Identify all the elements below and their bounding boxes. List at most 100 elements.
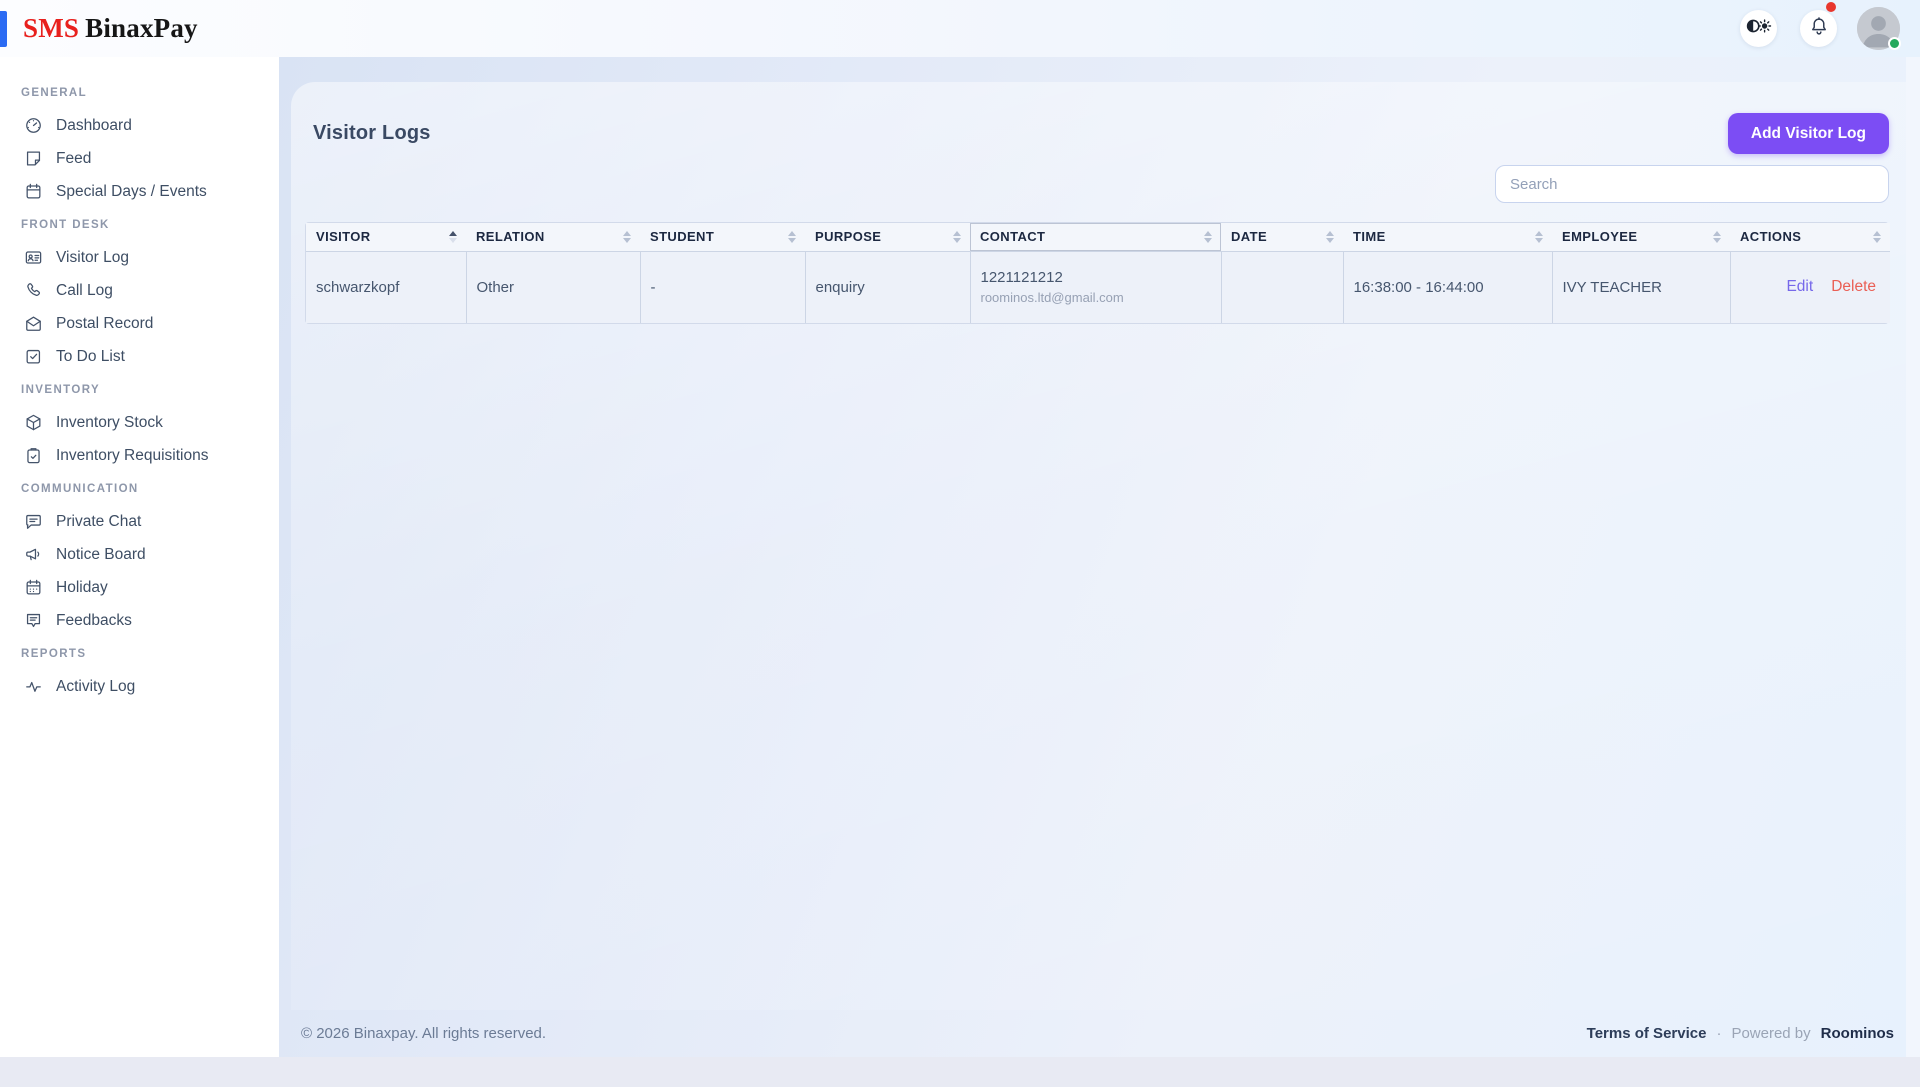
cell-contact: 1221121212 roominos.ltd@gmail.com [970,251,1222,323]
cell-relation: Other [466,251,641,323]
sidebar-item-label: Activity Log [56,677,136,695]
delete-link[interactable]: Delete [1831,278,1876,295]
brand-logo[interactable]: SMS BinaxPay [23,13,198,44]
content-card: Visitor Logs Add Visitor Log VISITOR RELA… [291,82,1920,1010]
sort-down-arrow [1326,237,1334,243]
column-header-date[interactable]: DATE [1221,223,1343,251]
powered-by-brand-link[interactable]: Roominos [1821,1025,1894,1042]
sidebar-item-label: Postal Record [56,314,154,332]
sort-arrows-icon [1873,230,1881,243]
sort-down-arrow [1713,237,1721,243]
sort-down-arrow [1535,237,1543,243]
column-header-relation[interactable]: RELATION [466,223,640,251]
dashboard-icon [24,116,43,135]
sidebar-section-label-general: GENERAL [21,86,88,99]
sidebar-item-to-do-list[interactable]: To Do List [0,340,279,373]
chat-icon [24,512,43,531]
table-row: schwarzkopf Other - enquiry 1221121212 roomin… [306,251,1890,323]
sort-up-arrow [1326,230,1334,236]
column-header-visitor[interactable]: VISITOR [306,223,466,251]
cell-employee: IVY TEACHER [1552,251,1731,323]
sort-down-arrow [953,237,961,243]
sidebar-item-label: Feed [56,149,92,167]
column-header-student[interactable]: STUDENT [640,223,805,251]
sidebar-item-inventory-stock[interactable]: Inventory Stock [0,406,279,439]
megaphone-icon [24,545,43,564]
sidebar-item-label: Dashboard [56,116,132,134]
sidebar-item-dashboard[interactable]: Dashboard [0,109,279,142]
cell-student: - [640,251,806,323]
column-header-purpose[interactable]: PURPOSE [805,223,970,251]
mail-icon [24,314,43,333]
sort-up-arrow [953,230,961,236]
theme-toggle-button[interactable] [1740,10,1777,47]
column-header-employee[interactable]: EMPLOYEE [1552,223,1730,251]
column-header-time[interactable]: TIME [1343,223,1552,251]
notifications-button[interactable] [1800,2,1837,47]
sidebar-item-holiday[interactable]: Holiday [0,571,279,604]
copyright-text: © 2026 Binaxpay. All rights reserved. [301,1025,547,1042]
add-visitor-log-button[interactable]: Add Visitor Log [1727,113,1889,154]
sidebar-item-feedbacks[interactable]: Feedbacks [0,604,279,637]
avatar[interactable] [1857,7,1901,50]
sort-down-arrow [623,237,631,243]
sidebar-item-label: Private Chat [56,512,142,530]
sort-down-arrow [1873,237,1881,243]
notification-badge [1826,2,1836,12]
column-header-contact[interactable]: CONTACT [970,223,1221,251]
sidebar-item-visitor-log[interactable]: Visitor Log [0,241,279,274]
sidebar-item-inventory-requisitions[interactable]: Inventory Requisitions [0,439,279,472]
sidebar-section-label-communication: COMMUNICATION [21,482,139,495]
activity-icon [24,677,43,696]
app: SMS BinaxPay GENERAL Dashboard Feed Spec… [0,0,1920,1087]
feedback-icon [24,611,43,630]
sidebar-item-private-chat[interactable]: Private Chat [0,505,279,538]
page-title: Visitor Logs [313,122,431,144]
sidebar-item-call-log[interactable]: Call Log [0,274,279,307]
sidebar-item-label: Holiday [56,578,108,596]
topbar: SMS BinaxPay [0,0,1920,57]
box-icon [24,413,43,432]
calendar-icon [24,182,43,201]
sort-up-arrow [449,230,457,236]
sidebar-item-label: To Do List [56,347,125,365]
column-header-label: CONTACT [980,229,1046,245]
cell-actions: Edit Delete [1730,251,1890,323]
clipboard-icon [24,446,43,465]
id-card-icon [24,248,43,267]
contact-phone: 1221121212 [980,269,1063,287]
sidebar-item-label: Inventory Requisitions [56,446,209,464]
cell-date [1221,251,1344,323]
column-header-label: EMPLOYEE [1562,229,1638,245]
sidebar-item-notice-board[interactable]: Notice Board [0,538,279,571]
column-header-label: RELATION [476,229,545,245]
main-content: Visitor Logs Add Visitor Log VISITOR RELA… [279,57,1920,1057]
sidebar-item-label: Feedbacks [56,611,132,629]
sort-down-arrow [788,237,796,243]
search-input[interactable] [1495,165,1889,203]
online-status-dot [1888,37,1901,50]
sidebar-item-special-days-events[interactable]: Special Days / Events [0,175,279,208]
sidebar-item-feed[interactable]: Feed [0,142,279,175]
sort-up-arrow [788,230,796,236]
sidebar-item-label: Call Log [56,281,113,299]
sidebar-item-label: Notice Board [56,545,146,563]
sort-arrows-icon [1204,230,1212,243]
scrollbar-track[interactable] [1906,57,1920,1057]
sidebar-item-activity-log[interactable]: Activity Log [0,670,279,703]
edit-link[interactable]: Edit [1786,278,1813,295]
table-header-row: VISITOR RELATION STUDENT PURPOSE CONTACT DATE… [306,223,1890,251]
column-header-label: ACTIONS [1740,229,1802,245]
footer: © 2026 Binaxpay. All rights reserved. Te… [279,1010,1920,1057]
sort-up-arrow [1535,230,1543,236]
sort-up-arrow [1204,230,1212,236]
terms-of-service-link[interactable]: Terms of Service [1587,1025,1707,1042]
sidebar-item-label: Special Days / Events [56,182,207,200]
column-header-label: PURPOSE [815,229,882,245]
sort-arrows-icon [623,230,631,243]
column-header-label: DATE [1231,229,1268,245]
sidebar-item-postal-record[interactable]: Postal Record [0,307,279,340]
sort-up-arrow [623,230,631,236]
column-header-actions[interactable]: ACTIONS [1730,223,1890,251]
sort-down-arrow [1204,237,1212,243]
